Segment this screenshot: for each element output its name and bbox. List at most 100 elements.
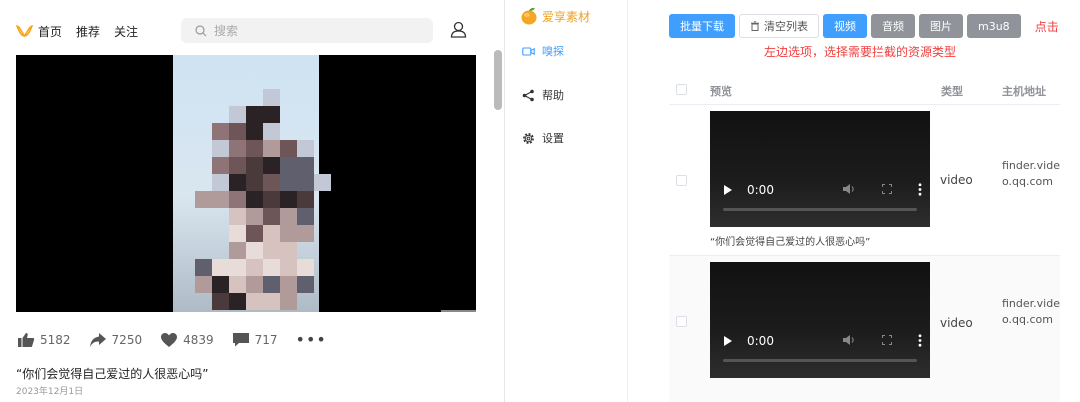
mosaic-tile [246, 225, 263, 242]
page-scrollbar[interactable] [494, 50, 502, 110]
mosaic-tile [195, 140, 212, 157]
type-audio-button[interactable]: 音频 [871, 14, 915, 38]
resource-table: 预览 类型 主机地址 0:00 video finder.video.qq.co… [669, 76, 1060, 402]
nav-recommend[interactable]: 推荐 [76, 23, 100, 40]
mosaic-tile [263, 293, 280, 310]
share-button[interactable]: 7250 [89, 332, 142, 348]
volume-icon[interactable] [842, 182, 856, 196]
fullscreen-icon[interactable] [882, 184, 892, 194]
mosaic-tile [246, 157, 263, 174]
search-box[interactable] [181, 18, 433, 43]
mosaic-tile [280, 259, 297, 276]
favorite-button[interactable]: 4839 [160, 332, 214, 348]
play-icon[interactable] [724, 336, 732, 346]
mosaic-tile [229, 174, 246, 191]
mosaic-tile [280, 140, 297, 157]
video-time: 0:00 [747, 334, 774, 348]
nav-home[interactable]: 首页 [38, 23, 62, 40]
mosaic-tile [280, 123, 297, 140]
like-button[interactable]: 5182 [17, 332, 71, 348]
play-icon[interactable] [724, 185, 732, 195]
mosaic-tile [280, 276, 297, 293]
mosaic-tile [297, 106, 314, 123]
mosaic-tile [212, 157, 229, 174]
more-options-icon[interactable]: ••• [296, 330, 327, 349]
mosaic-tile [246, 140, 263, 157]
mosaic-tile [229, 242, 246, 259]
mosaic-tile [246, 259, 263, 276]
type-video-button[interactable]: 视频 [823, 14, 867, 38]
preview-video-player[interactable]: 0:00 [710, 262, 930, 378]
video-progress-bar[interactable] [441, 310, 476, 312]
mosaic-tile [263, 191, 280, 208]
mosaic-tile [314, 140, 331, 157]
volume-icon[interactable] [842, 333, 856, 347]
mosaic-tile [229, 293, 246, 310]
mosaic-tile [195, 259, 212, 276]
video-time: 0:00 [747, 183, 774, 197]
select-all-checkbox[interactable] [676, 84, 687, 95]
sidebar-item-settings[interactable]: 设置 [522, 130, 564, 146]
mosaic-tile [195, 191, 212, 208]
favorite-count: 4839 [183, 332, 214, 347]
mosaic-tile [246, 191, 263, 208]
preview-video-player[interactable]: 0:00 [710, 111, 930, 227]
fullscreen-icon[interactable] [882, 335, 892, 345]
mosaic-tile [280, 242, 297, 259]
sidebar-item-help[interactable]: 帮助 [522, 87, 564, 103]
mosaic-tile [263, 208, 280, 225]
mosaic-tile [229, 259, 246, 276]
video-player[interactable] [16, 55, 476, 312]
row-checkbox[interactable] [676, 175, 687, 186]
mosaic-tile [297, 225, 314, 242]
mosaic-tile [229, 276, 246, 293]
trash-icon [751, 21, 759, 31]
mosaic-tile [195, 106, 212, 123]
share-arrow-icon [89, 332, 106, 347]
mosaic-tile [212, 89, 229, 106]
video-frame [173, 55, 331, 312]
thumbs-up-icon [18, 332, 35, 347]
comment-icon [232, 332, 249, 346]
player-menu-icon[interactable] [918, 334, 922, 347]
user-icon[interactable] [450, 21, 467, 38]
mosaic-tile [280, 106, 297, 123]
nav-follow[interactable]: 关注 [114, 23, 138, 40]
comment-button[interactable]: 717 [232, 332, 278, 348]
action-bar: 5182 7250 4839 717 ••• [17, 330, 327, 349]
mosaic-tile [314, 174, 331, 191]
mosaic-tile [246, 174, 263, 191]
mosaic-tile [314, 208, 331, 225]
mosaic-tile [263, 259, 280, 276]
mosaic-tile [297, 157, 314, 174]
clear-list-button[interactable]: 清空列表 [739, 14, 819, 38]
batch-download-button[interactable]: 批量下载 [669, 14, 735, 38]
cell-host: finder.video.qq.com [1002, 159, 1060, 188]
clear-list-label: 清空列表 [764, 20, 808, 33]
type-image-button[interactable]: 图片 [919, 14, 963, 38]
mosaic-tile [297, 89, 314, 106]
mosaic-tile [263, 89, 280, 106]
mosaic-tile [212, 242, 229, 259]
type-m3u8-button[interactable]: m3u8 [967, 14, 1021, 38]
mosaic-tile [212, 191, 229, 208]
mosaic-tile [212, 174, 229, 191]
search-input[interactable] [214, 23, 414, 38]
sidebar-item-label: 帮助 [542, 89, 564, 102]
mosaic-tile [229, 191, 246, 208]
player-menu-icon[interactable] [918, 183, 922, 196]
mosaic-tile [263, 157, 280, 174]
channels-logo-icon[interactable] [16, 25, 33, 37]
cell-host: finder.video.qq.com [1002, 297, 1060, 326]
sidebar-item-sniff[interactable]: 嗅探 [522, 43, 564, 59]
mosaic-tile [229, 106, 246, 123]
player-progress-bar[interactable] [723, 208, 917, 211]
mosaic-tile [246, 293, 263, 310]
row-checkbox[interactable] [676, 316, 687, 327]
player-progress-bar[interactable] [723, 359, 917, 362]
resource-list-panel: 批量下载 清空列表 视频 音频 图片 m3u8 点击 左边选项，选择需要拦截的资… [628, 0, 1080, 402]
mosaic-tile [229, 123, 246, 140]
mosaic-tile [212, 259, 229, 276]
mosaic-tile [195, 293, 212, 310]
header-preview: 预览 [710, 85, 732, 98]
